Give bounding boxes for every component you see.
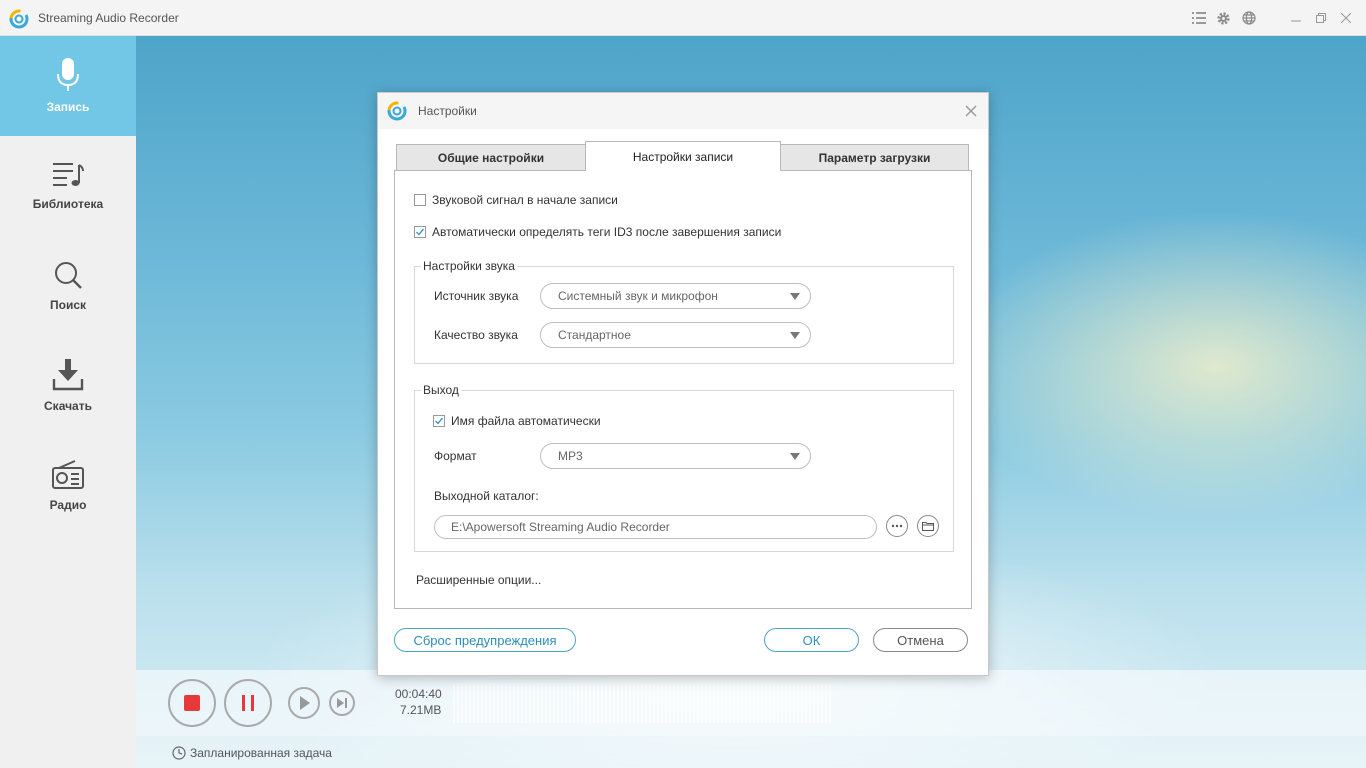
clock-icon (172, 746, 186, 760)
sidebar-item-label: Библиотека (32, 197, 104, 211)
output-dir-value: E:\Apowersoft Streaming Audio Recorder (451, 520, 670, 534)
globe-icon[interactable] (1236, 0, 1261, 36)
app-title: Streaming Audio Recorder (38, 11, 179, 25)
cancel-button[interactable]: Отмена (873, 628, 968, 652)
sound-settings-group (414, 266, 954, 364)
app-logo-icon (9, 9, 29, 29)
select-value: Системный звук и микрофон (558, 289, 718, 303)
gear-icon[interactable] (1211, 0, 1236, 36)
sidebar-item-radio[interactable]: Радио (0, 436, 136, 536)
pause-button[interactable] (224, 679, 272, 727)
restore-icon[interactable] (1308, 0, 1333, 36)
select-value: MP3 (558, 449, 583, 463)
dialog-title-bar: Настройки (378, 93, 988, 129)
tab-label: Параметр загрузки (818, 150, 931, 165)
chevron-down-icon (790, 453, 800, 460)
scheduled-task-link[interactable]: Запланированная задача (172, 746, 332, 760)
ok-button[interactable]: ОК (764, 628, 859, 652)
pause-icon (242, 695, 254, 711)
music-list-icon (53, 163, 84, 186)
sidebar: Запись Библиотека Поиск Скачать Радио (0, 36, 136, 768)
close-icon[interactable] (1333, 0, 1358, 36)
stop-icon (184, 695, 200, 711)
reset-warnings-button[interactable]: Сброс предупреждения (394, 628, 576, 652)
auto-id3-option[interactable]: Автоматически определять теги ID3 после … (414, 225, 781, 239)
play-icon (300, 696, 310, 710)
close-icon[interactable] (963, 103, 979, 119)
checkmark-icon (435, 417, 444, 425)
tab-recording-settings[interactable]: Настройки записи (585, 141, 781, 171)
sidebar-item-label: Поиск (49, 298, 86, 312)
sound-quality-select[interactable]: Стандартное (540, 322, 811, 348)
output-dir-label: Выходной каталог: (434, 489, 539, 503)
browse-more-button[interactable] (886, 515, 908, 537)
button-label: ОК (802, 632, 821, 648)
tab-download-settings[interactable]: Параметр загрузки (780, 144, 969, 171)
button-label: Сброс предупреждения (413, 632, 557, 648)
format-label: Формат (434, 449, 477, 463)
sound-settings-title: Настройки звука (421, 259, 517, 273)
sound-source-select[interactable]: Системный звук и микрофон (540, 283, 811, 309)
app-logo-icon (387, 101, 407, 121)
tab-general-settings[interactable]: Общие настройки (396, 144, 586, 171)
sidebar-item-download[interactable]: Скачать (0, 336, 136, 436)
beep-on-start-checkbox[interactable] (414, 194, 426, 206)
beep-on-start-option[interactable]: Звуковой сигнал в начале записи (414, 193, 618, 207)
advanced-options-link[interactable]: Расширенные опции... (416, 573, 541, 587)
folder-icon (922, 522, 934, 531)
scheduled-task-label: Запланированная задача (190, 746, 332, 760)
dialog-title: Настройки (418, 104, 477, 118)
format-select[interactable]: MP3 (540, 443, 811, 469)
tab-label: Общие настройки (437, 150, 545, 165)
search-icon (55, 262, 82, 289)
output-dir-input[interactable]: E:\Apowersoft Streaming Audio Recorder (434, 515, 877, 539)
tab-label: Настройки записи (632, 149, 734, 164)
download-icon (52, 359, 84, 391)
button-label: Отмена (897, 632, 944, 648)
chevron-down-icon (790, 293, 800, 300)
sidebar-item-label: Скачать (44, 399, 92, 413)
waveform (453, 683, 831, 723)
sidebar-item-search[interactable]: Поиск (0, 236, 136, 336)
minimize-icon[interactable] (1283, 0, 1308, 36)
output-title: Выход (421, 383, 461, 397)
more-icon (891, 524, 903, 528)
sidebar-item-record[interactable]: Запись (0, 36, 136, 136)
sidebar-item-library[interactable]: Библиотека (0, 136, 136, 236)
sound-quality-label: Качество звука (434, 328, 518, 342)
checkbox-label: Имя файла автоматически (451, 414, 601, 428)
sidebar-item-label: Запись (46, 100, 90, 114)
settings-dialog: Настройки Общие настройки Параметр загру… (377, 92, 989, 676)
checkmark-icon (416, 228, 425, 236)
auto-filename-option[interactable]: Имя файла автоматически (433, 414, 601, 428)
auto-id3-checkbox[interactable] (414, 226, 426, 238)
record-stop-button[interactable] (168, 679, 216, 727)
microphone-icon (57, 58, 79, 91)
sidebar-item-label: Радио (49, 498, 87, 512)
next-button[interactable] (329, 690, 355, 716)
checkbox-label: Звуковой сигнал в начале записи (432, 193, 618, 207)
list-icon[interactable] (1186, 0, 1211, 36)
skip-next-icon (337, 698, 347, 708)
recording-size: 7.21MB (400, 703, 442, 717)
play-button[interactable] (288, 687, 320, 719)
open-folder-button[interactable] (917, 515, 939, 537)
auto-filename-checkbox[interactable] (433, 415, 445, 427)
recording-time: 00:04:40 (395, 687, 442, 701)
sound-source-label: Источник звука (434, 289, 519, 303)
radio-icon (52, 460, 84, 489)
checkbox-label: Автоматически определять теги ID3 после … (432, 225, 782, 239)
chevron-down-icon (790, 332, 800, 339)
title-bar: Streaming Audio Recorder (0, 0, 1366, 36)
select-value: Стандартное (558, 328, 631, 342)
